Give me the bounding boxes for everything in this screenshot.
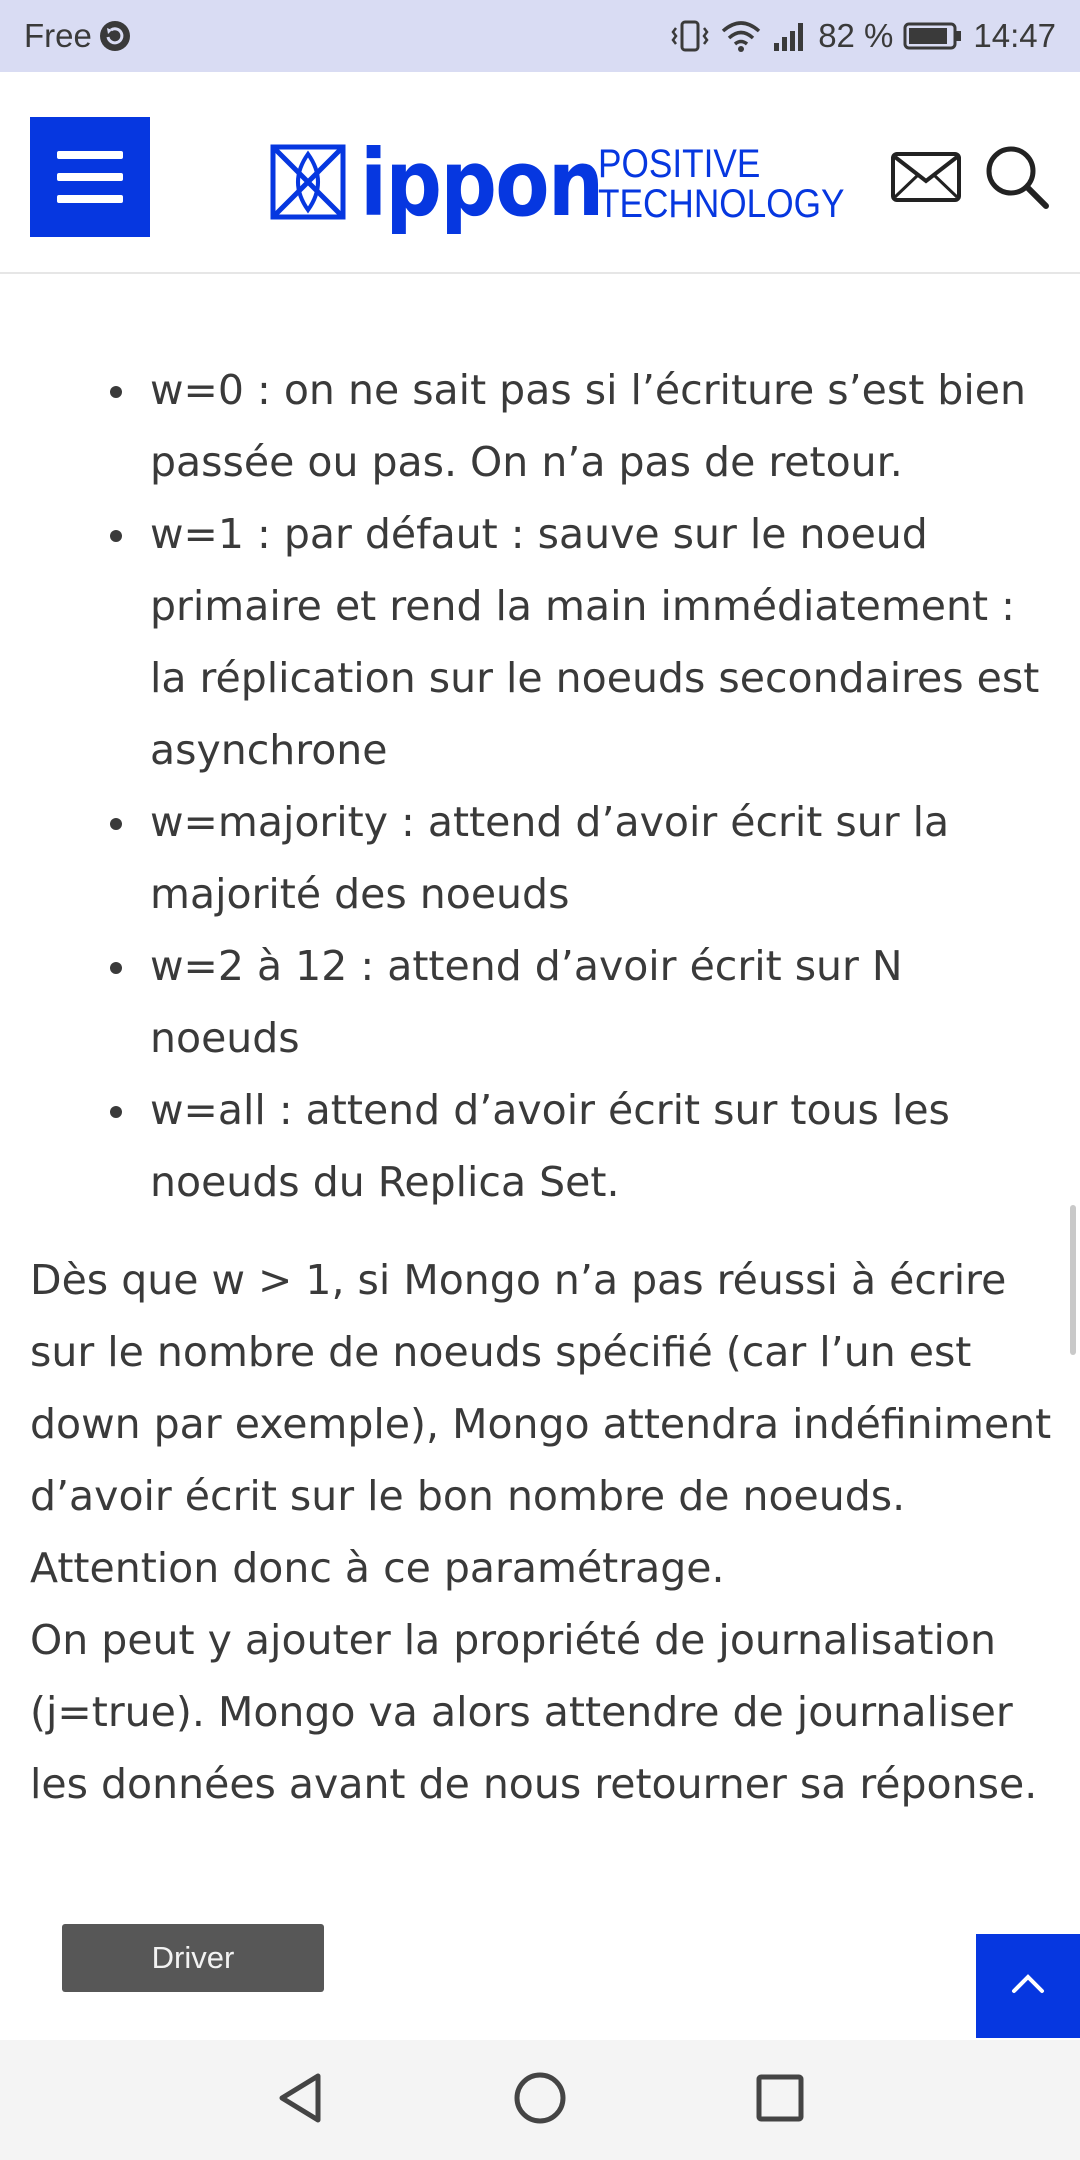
logo-word: ippon — [360, 130, 604, 237]
carrier-sync-icon — [98, 19, 132, 53]
recents-button[interactable] — [720, 2040, 840, 2160]
status-left: Free — [24, 0, 132, 72]
menu-icon-bar — [57, 195, 123, 203]
site-header: ippon POSITIVE TECHNOLOGY — [0, 72, 1080, 274]
back-button[interactable] — [240, 2040, 360, 2160]
logo-tagline-line1: POSITIVE — [598, 142, 761, 186]
logo-tagline-line2: TECHNOLOGY — [598, 182, 845, 226]
chevron-up-icon — [1010, 1973, 1046, 1999]
logo-mark-icon — [270, 144, 346, 224]
menu-button[interactable] — [30, 117, 150, 237]
page: Free 82 % 14:47 ippon POSITIVE TECHNOLOG… — [0, 0, 1080, 2160]
recents-icon — [755, 2073, 805, 2127]
list-item: w=2 à 12 : attend d’avoir écrit sur N no… — [110, 930, 1052, 1074]
paragraph-write-concern: Dès que w > 1, si Mongo n’a pas réussi à… — [30, 1256, 1052, 1592]
signal-icon — [772, 19, 808, 53]
battery-percent: 82 % — [818, 17, 894, 54]
vibrate-icon — [670, 18, 710, 54]
scroll-top-button[interactable] — [976, 1934, 1080, 2038]
carrier-label: Free — [24, 17, 92, 54]
list-item: w=0 : on ne sait pas si l’écriture s’est… — [110, 354, 1052, 498]
mail-icon[interactable] — [890, 151, 962, 207]
write-concern-list: w=0 : on ne sait pas si l’écriture s’est… — [0, 274, 1080, 1218]
home-icon — [512, 2070, 568, 2130]
home-button[interactable] — [480, 2040, 600, 2160]
site-logo[interactable]: ippon POSITIVE TECHNOLOGY — [270, 134, 878, 234]
write-concern-diagram: Driver — [60, 1652, 920, 1992]
system-nav-bar — [0, 2040, 1080, 2160]
logo-tagline: POSITIVE TECHNOLOGY — [598, 144, 844, 224]
header-icons — [890, 144, 1050, 214]
back-icon — [274, 2070, 326, 2130]
search-icon[interactable] — [984, 144, 1050, 214]
status-bar: Free 82 % 14:47 — [0, 0, 1080, 72]
wifi-icon — [720, 19, 762, 53]
status-time: 14:47 — [973, 17, 1056, 54]
list-item: w=1 : par défaut : sauve sur le noeud pr… — [110, 498, 1052, 786]
diagram-driver-box: Driver — [62, 1924, 324, 1992]
menu-icon-bar — [57, 173, 123, 181]
diagram-lines — [60, 1652, 920, 1852]
battery-icon — [903, 21, 963, 51]
list-item: w=majority : attend d’avoir écrit sur la… — [110, 786, 1052, 930]
scrollbar-thumb[interactable] — [1070, 1205, 1076, 1355]
list-item: w=all : attend d’avoir écrit sur tous le… — [110, 1074, 1052, 1218]
status-right: 82 % 14:47 — [670, 0, 1056, 72]
menu-icon — [57, 151, 123, 159]
